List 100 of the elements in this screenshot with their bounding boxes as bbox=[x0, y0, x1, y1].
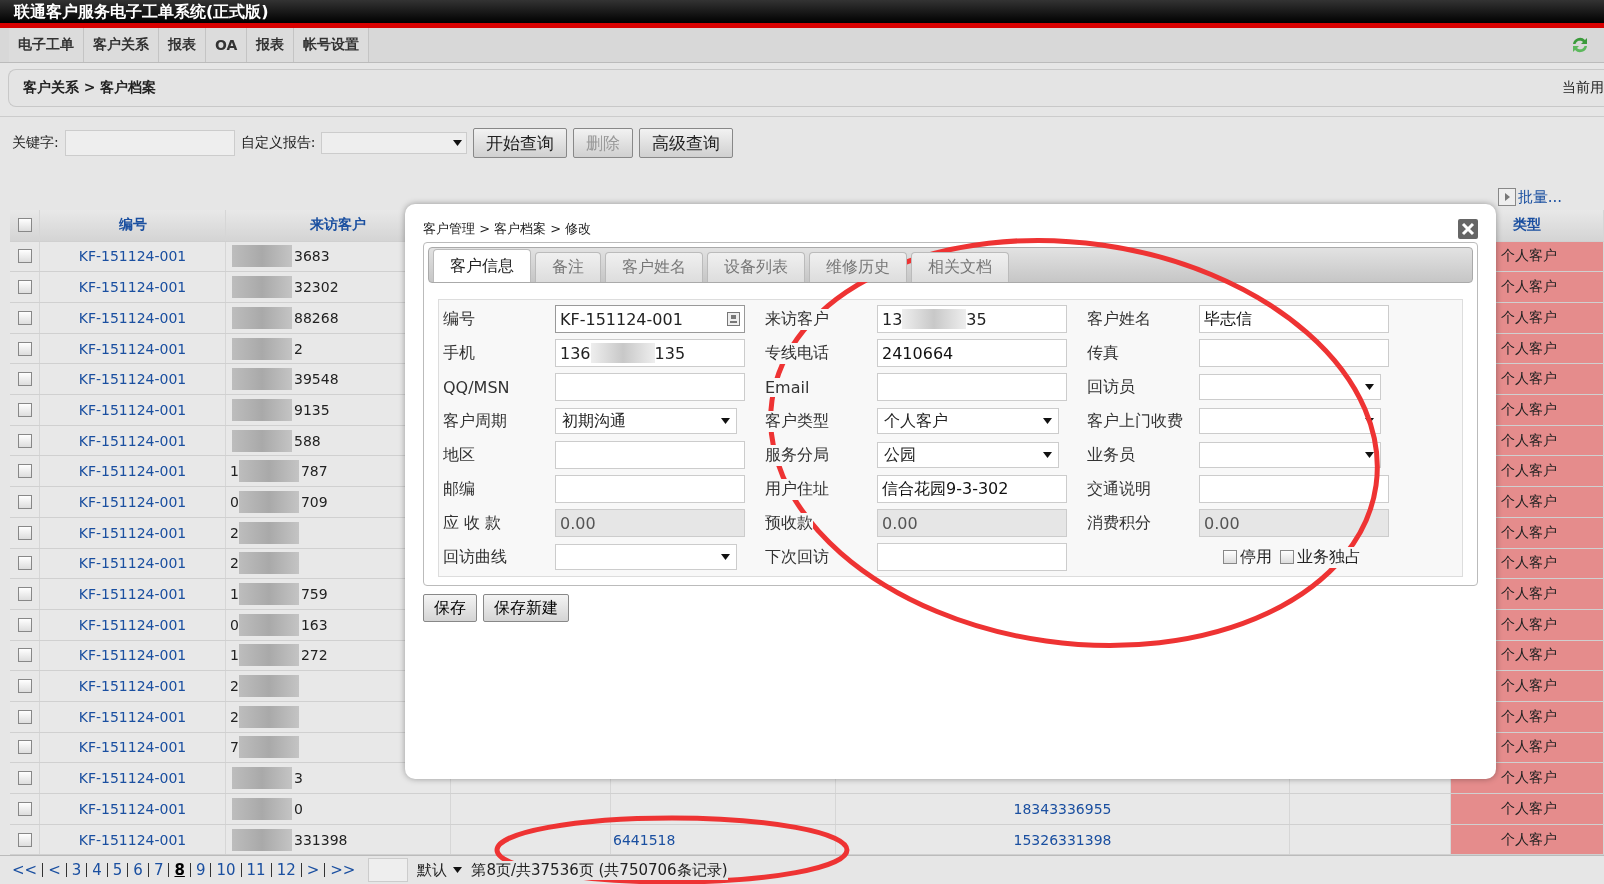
record-link[interactable]: KF-151124-001 bbox=[78, 309, 187, 326]
page-link[interactable]: 12 bbox=[276, 861, 296, 880]
dialog-tab[interactable]: 维修历史 bbox=[809, 252, 907, 282]
dropdown[interactable] bbox=[1199, 408, 1381, 434]
checkbox[interactable] bbox=[17, 402, 32, 417]
dialog-tab[interactable]: 备注 bbox=[535, 252, 601, 282]
page-link[interactable]: 8 bbox=[174, 861, 185, 880]
checkbox[interactable] bbox=[17, 310, 32, 325]
record-link[interactable]: KF-151124-001 bbox=[78, 248, 187, 265]
search-button[interactable]: 开始查询 bbox=[473, 128, 568, 159]
dropdown[interactable]: 公园 bbox=[877, 442, 1059, 468]
nav-tab[interactable]: 报表 bbox=[247, 28, 295, 63]
checkbox[interactable] bbox=[17, 648, 32, 663]
record-link[interactable]: KF-151124-001 bbox=[78, 616, 187, 633]
checkbox[interactable] bbox=[17, 280, 32, 295]
record-link[interactable]: KF-151124-001 bbox=[78, 555, 187, 572]
checkbox[interactable] bbox=[17, 771, 32, 786]
record-link[interactable]: KF-151124-001 bbox=[78, 586, 187, 603]
page-link[interactable]: < bbox=[48, 861, 61, 880]
page-link[interactable]: << bbox=[12, 861, 38, 880]
checkbox[interactable] bbox=[17, 679, 32, 694]
page-link[interactable]: 3 bbox=[71, 861, 82, 880]
nav-tab[interactable]: OA bbox=[206, 28, 248, 63]
checkbox[interactable] bbox=[17, 464, 32, 479]
input-field[interactable]: 13 35 bbox=[877, 305, 1067, 333]
input-field[interactable] bbox=[1199, 339, 1389, 367]
checkbox[interactable] bbox=[17, 832, 32, 847]
page-link[interactable]: >> bbox=[330, 861, 356, 880]
dialog-tab[interactable]: 设备列表 bbox=[707, 252, 805, 282]
input-field[interactable]: 0.00 bbox=[877, 509, 1067, 537]
page-link[interactable]: 10 bbox=[216, 861, 236, 880]
dialog-tab[interactable]: 相关文档 bbox=[911, 252, 1009, 282]
record-link[interactable]: KF-151124-001 bbox=[78, 340, 187, 357]
input-field[interactable]: 毕志信 bbox=[1199, 305, 1389, 333]
page-link[interactable]: > bbox=[306, 861, 320, 880]
batch-link[interactable]: 批量... bbox=[1497, 184, 1562, 210]
phone-link[interactable]: 18343336955 bbox=[1013, 800, 1112, 817]
record-link[interactable]: KF-151124-001 bbox=[78, 770, 187, 787]
input-field[interactable]: 2410664 bbox=[877, 339, 1067, 367]
checkbox[interactable] bbox=[1280, 550, 1294, 564]
input-field[interactable] bbox=[877, 373, 1067, 401]
record-link[interactable]: KF-151124-001 bbox=[78, 279, 187, 296]
dropdown[interactable]: 个人客户 bbox=[877, 408, 1059, 434]
record-link[interactable]: KF-151124-001 bbox=[78, 371, 187, 388]
input-field[interactable]: 0.00 bbox=[1199, 509, 1389, 537]
record-link[interactable]: KF-151124-001 bbox=[78, 708, 187, 725]
save-button[interactable]: 保存新建 bbox=[483, 594, 569, 622]
dialog-tab[interactable]: 客户姓名 bbox=[605, 252, 703, 282]
column-header[interactable]: 来访客户 bbox=[310, 216, 366, 235]
record-link[interactable]: KF-151124-001 bbox=[78, 401, 187, 418]
nav-tab[interactable]: 客户关系 bbox=[84, 28, 159, 63]
record-link[interactable]: KF-151124-001 bbox=[78, 432, 187, 449]
checkbox[interactable] bbox=[17, 617, 32, 632]
column-header[interactable]: 编号 bbox=[118, 216, 147, 235]
checkbox[interactable] bbox=[17, 801, 32, 816]
close-button[interactable] bbox=[1458, 219, 1478, 239]
sort-dropdown[interactable]: 默认 bbox=[413, 860, 467, 880]
checkbox[interactable] bbox=[17, 249, 32, 264]
input-field[interactable]: KF-151124-001 bbox=[555, 305, 745, 333]
page-link[interactable]: 6 bbox=[133, 861, 143, 880]
column-header[interactable]: 类型 bbox=[1513, 216, 1541, 235]
record-link[interactable]: KF-151124-001 bbox=[78, 463, 187, 480]
page-link[interactable]: 4 bbox=[92, 861, 102, 880]
record-link[interactable]: KF-151124-001 bbox=[78, 678, 187, 695]
input-field[interactable]: 136 135 bbox=[555, 339, 745, 367]
page-link[interactable]: 5 bbox=[112, 861, 123, 880]
search-button[interactable]: 高级查询 bbox=[639, 128, 734, 159]
checkbox[interactable] bbox=[17, 433, 32, 448]
checkbox[interactable] bbox=[1223, 550, 1237, 564]
input-field[interactable] bbox=[1199, 475, 1389, 503]
phone-link[interactable]: 15326331398 bbox=[1013, 831, 1112, 848]
dropdown[interactable] bbox=[1199, 374, 1381, 400]
input-field[interactable] bbox=[555, 475, 745, 503]
checkbox[interactable] bbox=[17, 525, 32, 540]
record-link[interactable]: KF-151124-001 bbox=[78, 524, 187, 541]
record-link[interactable]: KF-151124-001 bbox=[78, 831, 187, 848]
input-field[interactable]: 0.00 bbox=[555, 509, 745, 537]
phone-link[interactable]: 6441518 bbox=[613, 831, 676, 848]
checkbox[interactable] bbox=[17, 495, 32, 509]
checkbox[interactable] bbox=[17, 341, 32, 356]
input-field[interactable]: 信合花园9-3-302 bbox=[877, 475, 1067, 503]
page-link[interactable]: 9 bbox=[195, 861, 206, 880]
input-field[interactable] bbox=[877, 543, 1067, 571]
checkbox[interactable] bbox=[17, 709, 32, 724]
record-link[interactable]: KF-151124-001 bbox=[78, 647, 187, 664]
checkbox[interactable] bbox=[17, 218, 32, 233]
keyword-field[interactable] bbox=[64, 130, 235, 157]
nav-tab[interactable]: 报表 bbox=[159, 28, 206, 63]
checkbox[interactable] bbox=[17, 587, 32, 602]
dialog-tab[interactable]: 客户信息 bbox=[433, 249, 531, 282]
checkbox[interactable] bbox=[17, 740, 32, 755]
dropdown[interactable]: 初期沟通 bbox=[555, 408, 737, 434]
nav-tab[interactable]: 电子工单 bbox=[9, 28, 84, 63]
checkbox[interactable] bbox=[17, 372, 32, 387]
page-link[interactable]: 11 bbox=[246, 861, 266, 880]
record-link[interactable]: KF-151124-001 bbox=[78, 739, 187, 756]
record-link[interactable]: KF-151124-001 bbox=[78, 494, 187, 510]
record-link[interactable]: KF-151124-001 bbox=[78, 800, 187, 817]
page-link[interactable]: 7 bbox=[153, 861, 164, 880]
save-button[interactable]: 保存 bbox=[423, 594, 477, 622]
